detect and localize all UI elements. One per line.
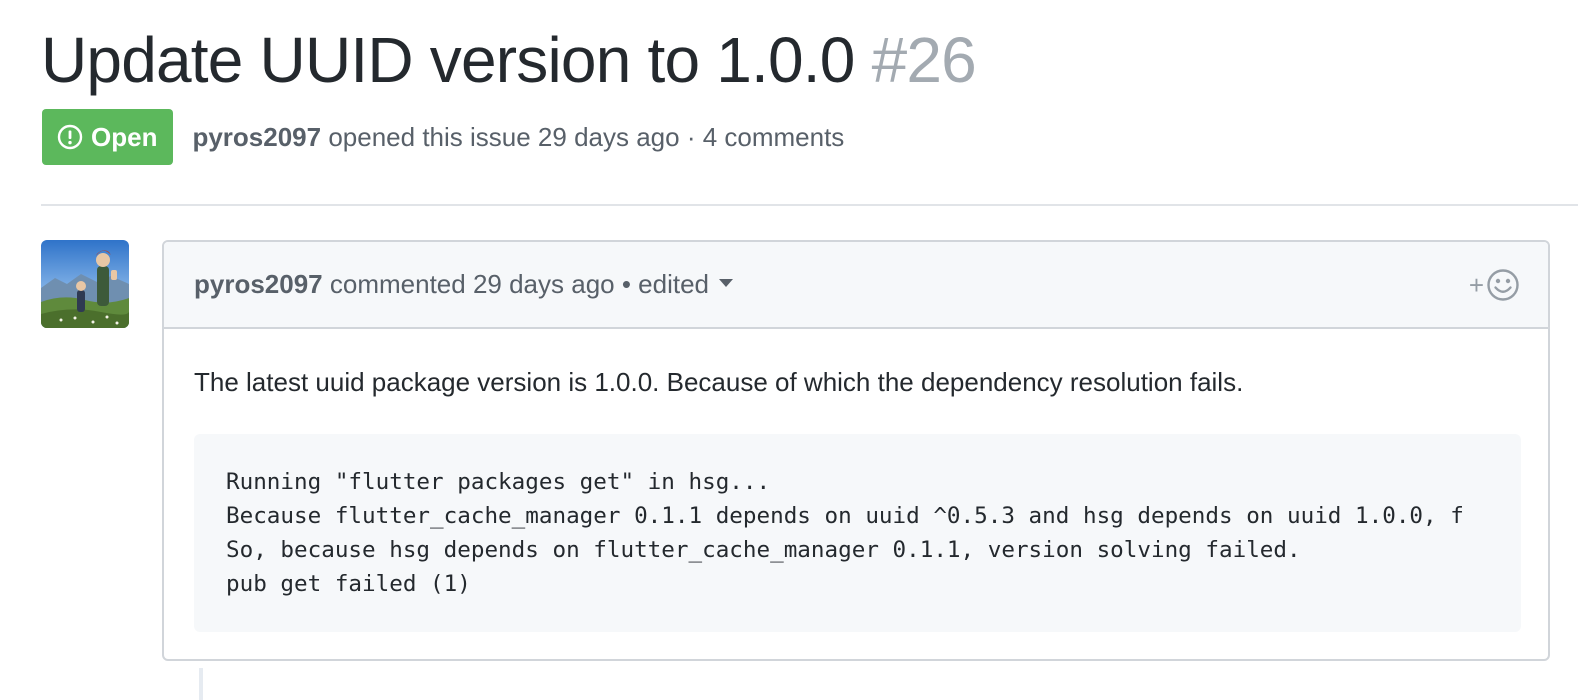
comment-author-link[interactable]: pyros2097 [194, 269, 323, 300]
code-block: Running "flutter packages get" in hsg...… [194, 434, 1521, 632]
issue-meta: Open pyros2097 opened this issue 29 days… [42, 109, 844, 165]
reaction-plus: + [1468, 269, 1484, 300]
comment-header-text: commented 29 days ago • edited [329, 269, 710, 299]
comment-body-text: The latest uuid package version is 1.0.0… [194, 367, 1244, 397]
header-divider [41, 204, 1578, 206]
code-line: So, because hsg depends on flutter_cache… [226, 537, 1301, 563]
smiley-icon [1486, 268, 1520, 302]
code-line: pub get failed (1) [226, 571, 471, 597]
issue-title-text: Update UUID version to 1.0.0 [41, 24, 855, 96]
issue-state-label: Open [91, 121, 158, 152]
avatar[interactable] [41, 240, 129, 328]
comment-header: pyros2097 commented 29 days ago • edited… [164, 242, 1548, 329]
code-line: Running "flutter packages get" in hsg... [226, 469, 771, 495]
add-reaction-button[interactable]: + [1469, 268, 1520, 302]
issue-title: Update UUID version to 1.0.0 #26 [41, 22, 977, 98]
timeline-line [199, 668, 203, 700]
issue-opened-icon [57, 124, 83, 150]
issue-author-link[interactable]: pyros2097 [192, 122, 321, 152]
issue-meta-text: pyros2097 opened this issue 29 days ago … [192, 122, 844, 153]
code-line: Because flutter_cache_manager 0.1.1 depe… [226, 503, 1464, 529]
comment-box: pyros2097 commented 29 days ago • edited… [162, 240, 1550, 661]
issue-number: #26 [871, 24, 977, 96]
issue-opened-text: opened this issue 29 days ago · 4 commen… [328, 121, 845, 152]
issue-state-badge: Open [42, 109, 174, 165]
code-content: Running "flutter packages get" in hsg...… [226, 465, 1464, 601]
triangle-down-icon[interactable] [719, 278, 734, 287]
